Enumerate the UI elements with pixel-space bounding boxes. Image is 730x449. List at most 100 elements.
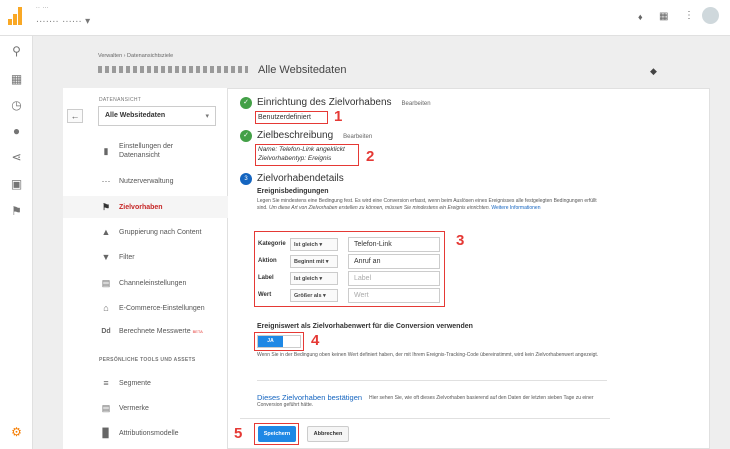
nav-item-annotations[interactable]: ▤ Vermerke bbox=[100, 403, 225, 414]
cart-icon: ⌂ bbox=[103, 303, 109, 313]
step1-header: Einrichtung des Zielvorhabens Bearbeiten bbox=[257, 97, 431, 108]
condition-key: Kategorie bbox=[258, 241, 286, 247]
nav-item-filter[interactable]: ▼ Filter bbox=[100, 252, 225, 262]
chevron-down-icon: ▾ bbox=[323, 293, 326, 299]
nav-item-user-management[interactable]: ⋯ Nutzerverwaltung bbox=[100, 176, 225, 187]
nav-item-attribution-models[interactable]: ▉ Attributionsmodelle bbox=[100, 428, 225, 439]
condition-row-category: Kategorie Ist gleich ▾ Telefon-Link bbox=[257, 237, 442, 253]
condition-operator-select[interactable]: Ist gleich ▾ bbox=[290, 272, 338, 285]
notes-icon: ▤ bbox=[101, 403, 111, 413]
more-info-link[interactable]: Weitere Informationen bbox=[491, 205, 540, 211]
top-bar: ∙∙ ∙∙∙ ∙∙∙∙∙∙∙ ∙∙∙∙∙∙ ▾ ♦ ▦ ⋮ bbox=[0, 0, 730, 36]
condition-row-value: Wert Größer als ▾ Wert bbox=[257, 288, 442, 304]
operator-value: Beginnt mit bbox=[294, 259, 325, 265]
condition-value-input[interactable]: Anruf an bbox=[348, 254, 440, 269]
nav-label: Vermerke bbox=[119, 405, 149, 412]
condition-row-label: Label Ist gleich ▾ Label bbox=[257, 271, 442, 287]
bars-icon: ▉ bbox=[102, 428, 110, 438]
nav-item-content-grouping[interactable]: ▲ Gruppierung nach Content bbox=[100, 227, 225, 237]
step3-title: Zielvorhabendetails bbox=[257, 173, 344, 184]
page-title: Alle Websitedaten bbox=[258, 64, 347, 76]
behavior-icon[interactable]: ▣ bbox=[9, 177, 24, 192]
avatar[interactable] bbox=[702, 7, 719, 24]
event-value-toggle[interactable]: JA bbox=[257, 335, 301, 348]
conditions-heading: Ereignisbedingungen bbox=[257, 188, 329, 195]
toggle-on-label: JA bbox=[258, 336, 283, 347]
step2-edit-link[interactable]: Bearbeiten bbox=[343, 134, 372, 140]
nav-item-ecommerce[interactable]: ⌂ E-Commerce-Einstellungen bbox=[100, 303, 225, 313]
nav-item-view-settings[interactable]: ▮ Einstellungen der Datenansicht bbox=[100, 142, 225, 160]
dd-icon: Dd bbox=[101, 328, 111, 335]
clock-icon[interactable]: ◷ bbox=[9, 98, 24, 113]
nav-label: E-Commerce-Einstellungen bbox=[119, 304, 205, 312]
save-button[interactable]: Speichern bbox=[258, 426, 296, 442]
operator-value: Ist gleich bbox=[294, 242, 318, 248]
condition-operator-select[interactable]: Ist gleich ▾ bbox=[290, 238, 338, 251]
nav-label: Berechnete Messwerte bbox=[119, 328, 191, 335]
marker-3: 3 bbox=[456, 232, 465, 249]
analytics-logo[interactable] bbox=[8, 7, 22, 25]
step1-value: Benutzerdefiniert bbox=[258, 114, 311, 121]
condition-value-input[interactable]: Wert bbox=[348, 288, 440, 303]
acquisition-icon[interactable]: ⋖ bbox=[9, 150, 24, 165]
academy-icon[interactable]: ◆ bbox=[650, 66, 657, 77]
check-icon: ✓ bbox=[240, 97, 252, 109]
marker-1: 1 bbox=[334, 108, 343, 125]
step1-edit-link[interactable]: Bearbeiten bbox=[402, 101, 431, 107]
conditions-desc-italic: Um diese Art von Zielvorhaben erstellen … bbox=[268, 205, 490, 211]
more-vert-icon[interactable]: ⋮ bbox=[684, 10, 694, 21]
flag-icon[interactable]: ⚑ bbox=[9, 204, 24, 219]
flag-icon: ⚑ bbox=[101, 202, 111, 212]
view-select-value: Alle Websitedaten bbox=[105, 112, 166, 119]
condition-operator-select[interactable]: Beginnt mit ▾ bbox=[290, 255, 338, 268]
search-icon[interactable]: ⚲ bbox=[9, 44, 24, 59]
breadcrumb[interactable]: Verwalten › Datenansichtsziele bbox=[98, 53, 173, 59]
condition-value-input[interactable]: Label bbox=[348, 271, 440, 286]
users-icon: ⋯ bbox=[101, 176, 111, 186]
conditions-description: Legen Sie mindestens eine Bedingung fest… bbox=[257, 198, 607, 212]
back-arrow-icon[interactable]: ← bbox=[67, 109, 83, 123]
blurred-account-path bbox=[98, 66, 248, 73]
step2-title: Zielbeschreibung bbox=[257, 130, 334, 141]
channel-icon: ▤ bbox=[101, 278, 111, 288]
condition-value-input[interactable]: Telefon-Link bbox=[348, 237, 440, 252]
walk-icon: ▲ bbox=[101, 227, 111, 237]
tools-section-label: PERSÖNLICHE TOOLS UND ASSETS bbox=[99, 357, 196, 363]
condition-key: Label bbox=[258, 275, 274, 281]
nav-item-segments[interactable]: ≡ Segmente bbox=[100, 378, 225, 388]
goal-name-line: Name: Telefon-Link angeklickt bbox=[258, 146, 345, 153]
nav-label: Einstellungen der Datenansicht bbox=[119, 143, 174, 159]
verify-description: Hier sehen Sie, wie oft dieses Zielvorha… bbox=[257, 395, 594, 408]
step3-number: 3 bbox=[240, 173, 252, 185]
view-select[interactable]: Alle Websitedaten ▾ bbox=[98, 106, 216, 126]
nav-label: Channeleinstellungen bbox=[119, 280, 187, 287]
nav-item-calculated-metrics[interactable]: Dd Berechnete Messwerte BETA bbox=[100, 328, 225, 335]
nav-label: Attributionsmodelle bbox=[119, 430, 179, 437]
condition-operator-select[interactable]: Größer als ▾ bbox=[290, 289, 338, 302]
person-icon[interactable]: ● bbox=[9, 124, 24, 139]
chevron-down-icon: ▾ bbox=[205, 113, 209, 120]
event-value-desc: Wenn Sie in der Bedingung oben keinen We… bbox=[257, 352, 599, 358]
dashboard-icon[interactable]: ▦ bbox=[9, 72, 24, 87]
nav-label: Zielvorhaben bbox=[119, 204, 163, 211]
nav-label: Filter bbox=[119, 253, 135, 261]
property-selector[interactable]: ∙∙∙∙∙∙∙ ∙∙∙∙∙∙ ▾ bbox=[36, 16, 91, 27]
nav-item-goals[interactable]: ⚑ Zielvorhaben bbox=[100, 202, 225, 213]
step2-summary: Name: Telefon-Link angeklickt Zielvorhab… bbox=[258, 146, 345, 163]
cancel-button[interactable]: Abbrechen bbox=[307, 426, 349, 442]
nav-item-channel-settings[interactable]: ▤ Channeleinstellungen bbox=[100, 278, 225, 289]
nav-label: Gruppierung nach Content bbox=[119, 228, 202, 236]
check-icon: ✓ bbox=[240, 130, 252, 142]
apps-grid-icon[interactable]: ▦ bbox=[659, 11, 668, 22]
divider bbox=[240, 418, 610, 419]
bell-icon[interactable]: ♦ bbox=[638, 12, 643, 22]
nav-label: Nutzerverwaltung bbox=[119, 178, 174, 185]
beta-badge: BETA bbox=[192, 329, 203, 334]
gear-icon[interactable]: ⚙ bbox=[9, 425, 24, 440]
segments-icon: ≡ bbox=[103, 378, 109, 388]
chevron-down-icon: ▾ bbox=[319, 276, 323, 282]
left-rail: ⚲ ▦ ◷ ● ⋖ ▣ ⚑ ⚙ bbox=[0, 36, 33, 449]
operator-value: Ist gleich bbox=[294, 276, 318, 282]
marker-2: 2 bbox=[366, 148, 375, 165]
goal-type-line: Zielvorhabentyp: Ereignis bbox=[258, 154, 332, 162]
